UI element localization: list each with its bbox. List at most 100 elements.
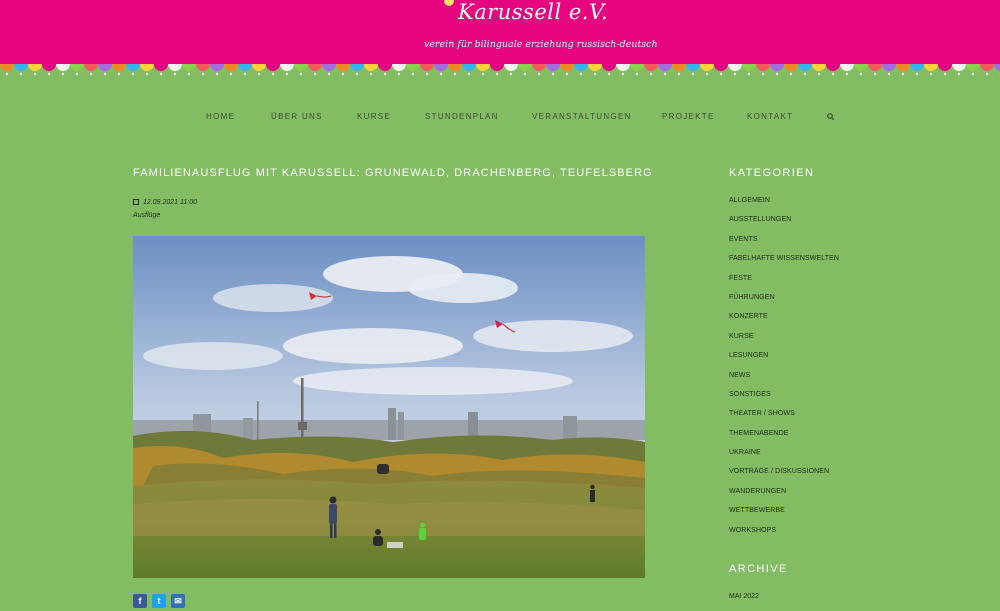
scallop-dot xyxy=(369,72,373,76)
scallop-segment xyxy=(126,64,140,71)
scallop-dot xyxy=(467,72,471,76)
scallop-dot xyxy=(621,72,625,76)
scallop-segment xyxy=(98,64,112,71)
category-item[interactable]: WETTBEWERBE xyxy=(729,507,839,526)
scallop-segment xyxy=(476,64,490,71)
header-scallop-border xyxy=(0,64,1000,76)
category-item[interactable]: NEWS xyxy=(729,372,839,391)
post-category[interactable]: Ausflüge xyxy=(133,212,160,219)
scallop-dot xyxy=(383,72,387,76)
scallop-segment xyxy=(672,64,686,71)
category-item[interactable]: WORKSHOPS xyxy=(729,527,839,546)
scallop-dot xyxy=(299,72,303,76)
scallop-segment xyxy=(616,64,630,71)
calendar-icon xyxy=(133,199,139,205)
category-item[interactable]: KONZERTE xyxy=(729,313,839,332)
scallop-segment xyxy=(252,64,266,71)
category-item[interactable]: SONSTIGES xyxy=(729,391,839,410)
nav-veranstaltungen[interactable]: VERANSTALTUNGEN xyxy=(532,112,632,121)
scallop-dot xyxy=(817,72,821,76)
scallop-dot xyxy=(565,72,569,76)
scallop-segment xyxy=(812,64,826,71)
scallop-dot xyxy=(5,72,9,76)
category-item[interactable]: FESTE xyxy=(729,275,839,294)
scallop-segment xyxy=(980,64,994,71)
category-item[interactable]: ALLGEMEIN xyxy=(729,197,839,216)
nav-kurse[interactable]: KURSE xyxy=(357,112,391,121)
scallop-dot xyxy=(887,72,891,76)
category-item[interactable]: FABELHAFTE WISSENSWELTEN xyxy=(729,255,839,274)
category-item[interactable]: KURSE xyxy=(729,333,839,352)
category-item[interactable]: AUSSTELLUNGEN xyxy=(729,216,839,235)
scallop-segment xyxy=(420,64,434,71)
scallop-dot xyxy=(61,72,65,76)
nav-projekte[interactable]: PROJEKTE xyxy=(662,112,715,121)
scallop-segment xyxy=(112,64,126,71)
scallop-segment xyxy=(938,64,952,71)
site-logo[interactable]: Karussell e.V. xyxy=(458,0,608,24)
scallop-segment xyxy=(238,64,252,71)
scallop-segment xyxy=(336,64,350,71)
scallop-segment xyxy=(42,64,56,71)
scallop-segment xyxy=(644,64,658,71)
scallop-dot xyxy=(215,72,219,76)
post-title[interactable]: FAMILIENAUSFLUG MIT KARUSSELL: GRUNEWALD… xyxy=(133,167,653,179)
scallop-dot xyxy=(201,72,205,76)
scallop-dot xyxy=(187,72,191,76)
category-item[interactable]: UKRAINE xyxy=(729,449,839,468)
scallop-segment xyxy=(392,64,406,71)
scallop-segment xyxy=(658,64,672,71)
share-twitter-icon[interactable]: t xyxy=(152,594,166,608)
scallop-dot xyxy=(229,72,233,76)
share-facebook-icon[interactable]: f xyxy=(133,594,147,608)
category-item[interactable]: WANDERUNGEN xyxy=(729,488,839,507)
scallop-segment xyxy=(84,64,98,71)
archive-heading: ARCHIVE xyxy=(729,563,788,575)
search-icon[interactable] xyxy=(826,110,836,122)
nav-ueber-uns[interactable]: ÜBER UNS xyxy=(271,112,323,121)
scallop-dot xyxy=(635,72,639,76)
nav-stundenplan[interactable]: STUNDENPLAN xyxy=(425,112,499,121)
share-email-icon[interactable]: ✉ xyxy=(171,594,185,608)
scallop-segment xyxy=(70,64,84,71)
category-item[interactable]: THEATER / SHOWS xyxy=(729,410,839,429)
scallop-segment xyxy=(308,64,322,71)
scallop-segment xyxy=(406,64,420,71)
scallop-dot xyxy=(117,72,121,76)
scallop-segment xyxy=(896,64,910,71)
scallop-segment xyxy=(168,64,182,71)
category-item[interactable]: THEMENABENDE xyxy=(729,430,839,449)
scallop-dot xyxy=(131,72,135,76)
scallop-segment xyxy=(546,64,560,71)
scallop-segment xyxy=(448,64,462,71)
nav-kontakt[interactable]: KONTAKT xyxy=(747,112,793,121)
scallop-segment xyxy=(266,64,280,71)
site-tagline: verein für bilinguale erziehung russisch… xyxy=(424,39,658,50)
scallop-dot xyxy=(47,72,51,76)
scallop-dot xyxy=(33,72,37,76)
category-item[interactable]: EVENTS xyxy=(729,236,839,255)
scallop-segment xyxy=(728,64,742,71)
archive-item[interactable]: MAI 2022 xyxy=(729,593,759,600)
scallop-segment xyxy=(140,64,154,71)
nav-home[interactable]: HOME xyxy=(206,112,235,121)
scallop-dot xyxy=(341,72,345,76)
category-item[interactable]: VORTRÄGE / DISKUSSIONEN xyxy=(729,468,839,487)
scallop-segment xyxy=(504,64,518,71)
scallop-dot xyxy=(747,72,751,76)
scallop-dot xyxy=(355,72,359,76)
scallop-segment xyxy=(630,64,644,71)
category-item[interactable]: LESUNGEN xyxy=(729,352,839,371)
scallop-segment xyxy=(350,64,364,71)
scallop-segment xyxy=(784,64,798,71)
scallop-segment xyxy=(588,64,602,71)
category-item[interactable]: FÜHRUNGEN xyxy=(729,294,839,313)
scallop-dot xyxy=(607,72,611,76)
scallop-dot xyxy=(523,72,527,76)
scallop-segment xyxy=(910,64,924,71)
scallop-dot xyxy=(509,72,513,76)
scallop-segment xyxy=(210,64,224,71)
scallop-segment xyxy=(490,64,504,71)
post-featured-image[interactable] xyxy=(133,236,645,578)
scallop-dot xyxy=(439,72,443,76)
